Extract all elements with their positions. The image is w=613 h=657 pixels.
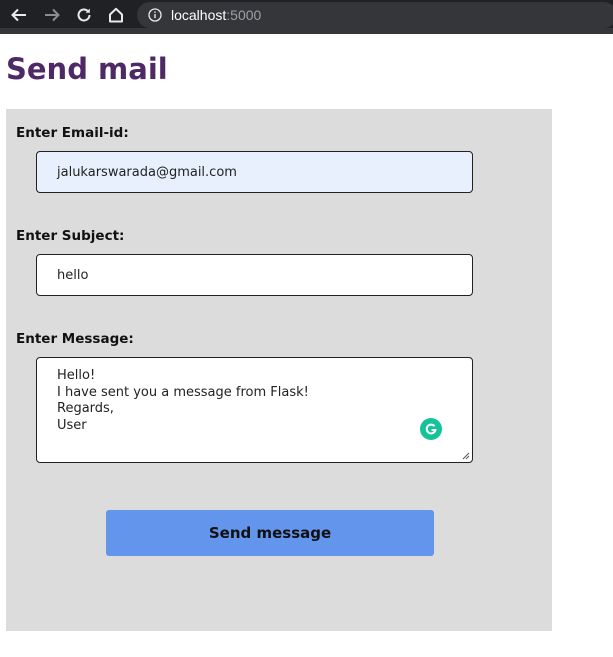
message-line: Hello! — [57, 368, 96, 383]
mail-form: Enter Email-id: jalukarswarada@gmail.com… — [6, 109, 552, 631]
email-label: Enter Email-id: — [16, 125, 129, 141]
reload-icon[interactable] — [73, 4, 95, 26]
subject-value: hello — [57, 267, 89, 283]
browser-toolbar: localhost:5000 — [0, 0, 613, 34]
message-line: I have sent you a message from Flask! — [57, 384, 309, 400]
message-line: Regards, — [57, 401, 114, 416]
resize-grip-icon[interactable] — [462, 452, 470, 460]
subject-field[interactable]: hello — [36, 254, 473, 296]
email-value: jalukarswarada@gmail.com — [57, 164, 237, 180]
message-label: Enter Message: — [16, 331, 134, 347]
toolbar-divider — [0, 28, 613, 34]
grammarly-icon[interactable] — [420, 418, 442, 440]
message-line: User — [57, 417, 87, 433]
forward-arrow-icon[interactable] — [41, 4, 63, 26]
send-message-button[interactable]: Send message — [106, 510, 434, 556]
message-textarea[interactable]: Hello! I have sent you a message from Fl… — [36, 357, 473, 463]
info-icon[interactable] — [148, 8, 162, 22]
email-field[interactable]: jalukarswarada@gmail.com — [36, 151, 473, 193]
home-icon[interactable] — [105, 4, 127, 26]
page-title: Send mail — [6, 52, 168, 86]
subject-label: Enter Subject: — [16, 228, 125, 244]
back-arrow-icon[interactable] — [8, 4, 30, 26]
url-host: localhost — [171, 7, 227, 23]
url-port: :5000 — [226, 7, 262, 23]
address-bar[interactable]: localhost:5000 — [137, 2, 613, 28]
